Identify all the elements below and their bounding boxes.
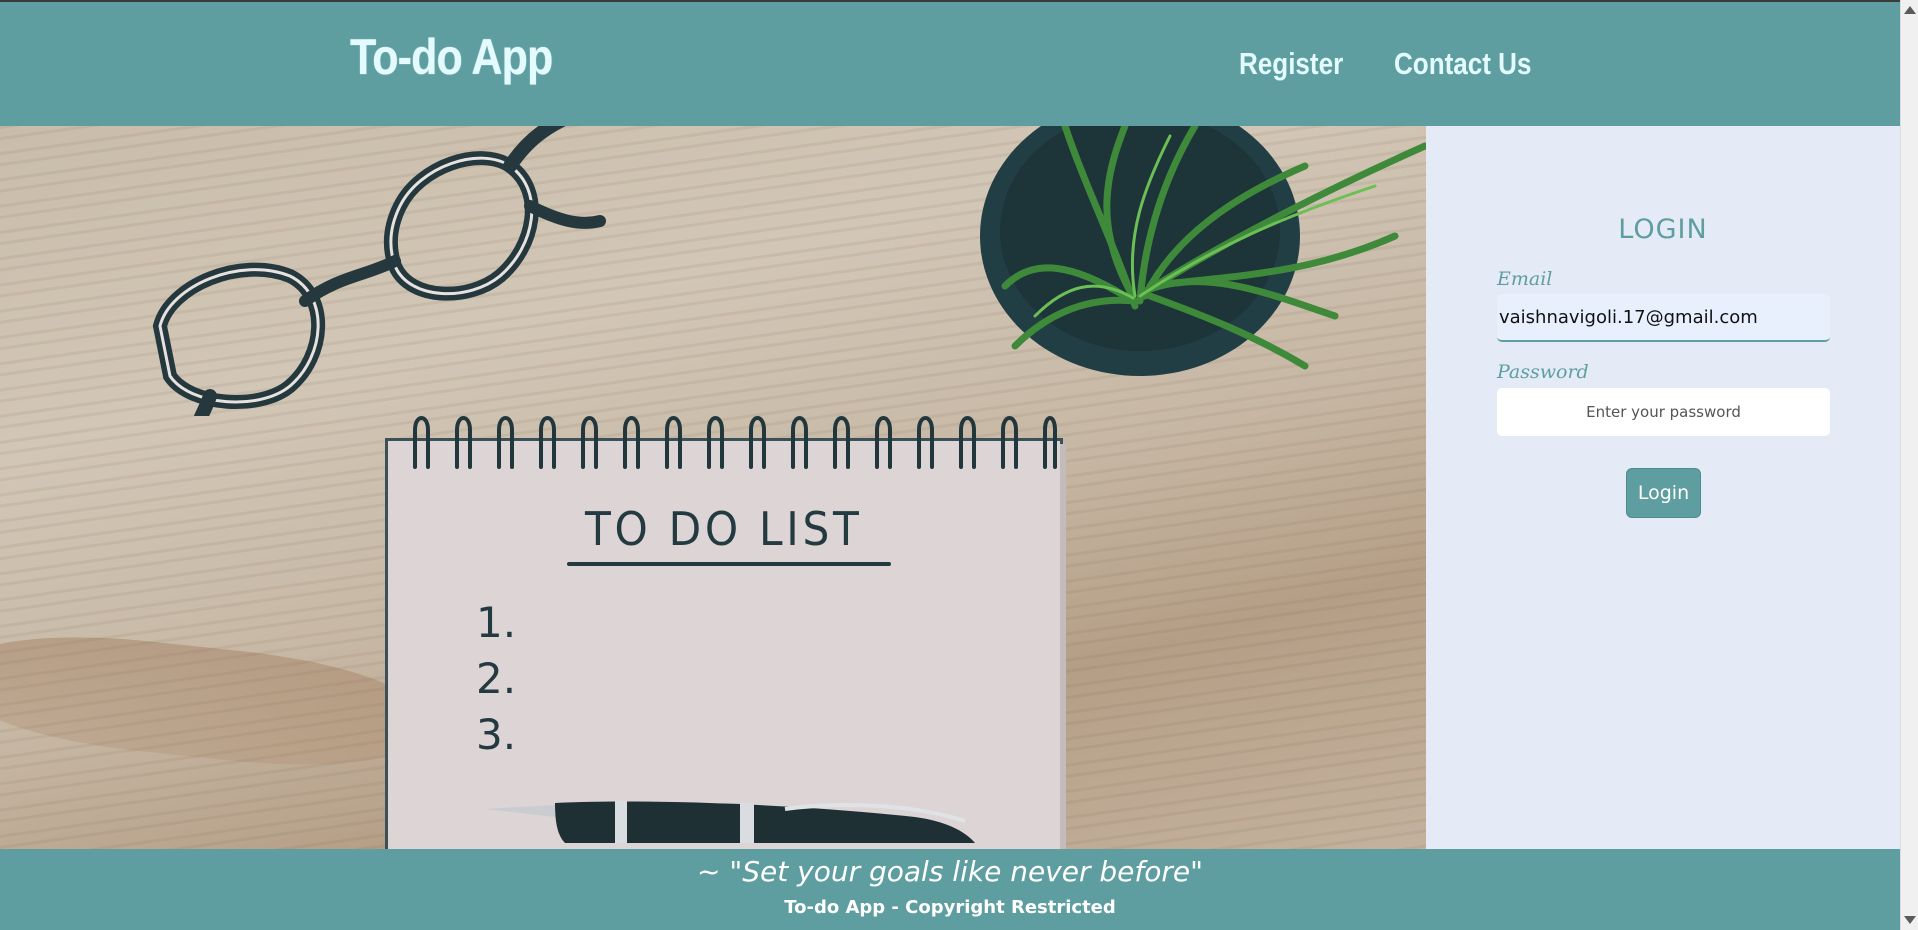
footer-tagline: ~ "Set your goals like never before" (697, 855, 1203, 888)
eyeglasses-illustration (152, 126, 606, 416)
list-number-2: 2. (476, 654, 517, 703)
vertical-scrollbar[interactable] (1900, 0, 1918, 930)
footer-copyright: To-do App - Copyright Restricted (784, 897, 1116, 918)
login-panel: LOGIN Email Password Login (1426, 126, 1900, 849)
hero-image: TO DO LIST 1. 2. 3. (0, 126, 1426, 849)
email-label: Email (1497, 268, 1553, 290)
scroll-up-arrow-icon[interactable] (1904, 6, 1916, 14)
password-input[interactable] (1497, 388, 1830, 436)
header-bar: To-do App Register Contact Us (0, 2, 1900, 126)
wood-grain (0, 622, 425, 780)
brand-title[interactable]: To-do App (350, 28, 553, 86)
notebook-title-underline (567, 562, 891, 566)
list-number-1: 1. (476, 598, 517, 647)
list-number-3: 3. (476, 710, 517, 759)
email-input[interactable] (1497, 294, 1830, 342)
potted-plant-illustration (980, 126, 1426, 376)
page: To-do App Register Contact Us TO DO LIST… (0, 0, 1918, 930)
password-label: Password (1497, 361, 1589, 383)
scroll-down-arrow-icon[interactable] (1904, 916, 1916, 924)
login-button[interactable]: Login (1626, 468, 1701, 518)
nav-register-link[interactable]: Register (1239, 46, 1343, 82)
notebook-page-edge (1060, 444, 1066, 849)
pen-illustration (485, 801, 975, 843)
notebook-title: TO DO LIST (585, 502, 863, 556)
login-heading: LOGIN (1618, 214, 1708, 245)
nav-contact-link[interactable]: Contact Us (1394, 46, 1531, 82)
footer: ~ "Set your goals like never before" To-… (0, 849, 1900, 930)
notebook-spiral-binding (413, 416, 1057, 469)
